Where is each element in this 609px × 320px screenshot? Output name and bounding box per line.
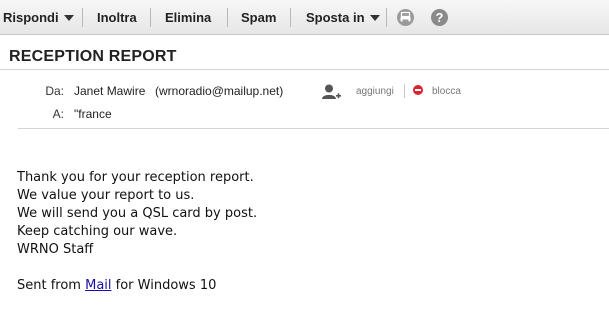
signature-line: Sent from Mail for Windows 10 [17, 278, 216, 293]
toolbar-divider [290, 8, 291, 27]
move-to-label: Sposta in [306, 10, 365, 25]
from-label: Da: [45, 84, 64, 98]
recipient-value[interactable]: "france [74, 107, 112, 121]
body-line: WRNO Staff [17, 242, 94, 257]
block-icon[interactable] [413, 85, 423, 95]
move-to-button[interactable]: Sposta in [306, 0, 380, 35]
message-subject: RECEPTION REPORT [9, 48, 177, 65]
mail-app-link[interactable]: Mail [85, 278, 111, 293]
toolbar-divider [150, 8, 151, 27]
sender-name[interactable]: Janet Mawire [74, 84, 145, 98]
meta-divider [404, 84, 405, 98]
body-line: We will send you a QSL card by post. [17, 206, 258, 221]
sender-name-text: Janet Mawire [74, 84, 146, 98]
to-label: A: [52, 107, 64, 121]
spam-label: Spam [241, 10, 277, 25]
chevron-down-icon [63, 14, 74, 21]
add-contact-link[interactable]: aggiungi [356, 86, 394, 97]
toolbar-divider [82, 8, 83, 27]
block-sender-link[interactable]: blocca [432, 86, 461, 97]
sender-email: (wrnoradio@mailup.net) [155, 84, 284, 98]
reply-label: Rispondi [3, 10, 59, 25]
meta-divider-bottom [18, 128, 609, 129]
chevron-down-icon [369, 14, 380, 21]
body-line: Keep catching our wave. [17, 224, 178, 239]
reply-button[interactable]: Rispondi [3, 0, 74, 35]
header-divider [0, 69, 609, 70]
forward-label: Inoltra [97, 10, 137, 25]
delete-label: Elimina [165, 10, 212, 25]
body-line: Thank you for your reception report. [17, 170, 254, 185]
spam-button[interactable]: Spam [241, 0, 276, 35]
delete-button[interactable]: Elimina [165, 0, 211, 35]
toolbar-divider [386, 8, 387, 27]
help-icon[interactable]: ? [431, 9, 448, 26]
signature-prefix: Sent from [17, 278, 86, 293]
body-line: We value your report to us. [17, 188, 195, 203]
add-contact-icon[interactable] [321, 84, 341, 100]
forward-button[interactable]: Inoltra [97, 0, 137, 35]
message-toolbar: Rispondi Inoltra Elimina Spam Sposta in … [0, 0, 609, 35]
help-glyph: ? [435, 10, 444, 25]
signature-suffix: for Windows 10 [111, 278, 217, 293]
toolbar-divider [227, 8, 228, 27]
print-icon[interactable] [397, 9, 414, 26]
